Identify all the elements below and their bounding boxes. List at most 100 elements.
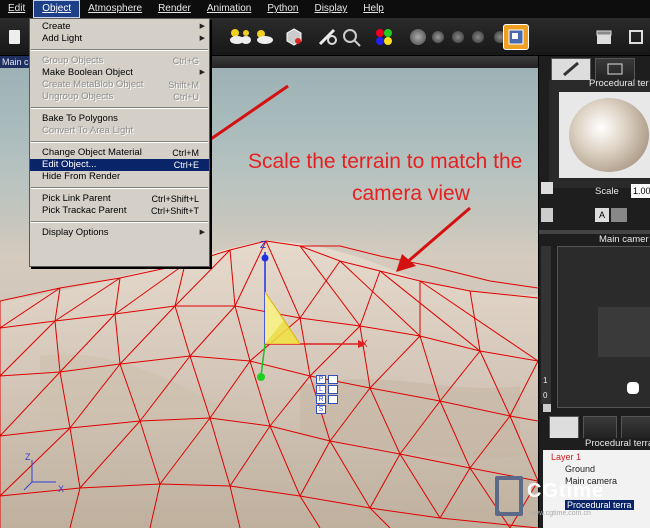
- menu-item-hide-from-render[interactable]: Hide From Render: [30, 171, 209, 183]
- menu-item-label: Edit Object...: [42, 159, 97, 170]
- zoom-out-icon[interactable]: [466, 25, 490, 49]
- render-options-icon[interactable]: [503, 24, 529, 50]
- menu-item-display-options[interactable]: Display Options ▶: [30, 227, 209, 239]
- transform-gizmo[interactable]: [240, 242, 380, 402]
- menu-item-shortcut: Ctrl+Shift+T: [150, 206, 199, 216]
- menu-item-create-metablob[interactable]: Create MetaBlob Object Shift+M: [30, 79, 209, 91]
- scale-input[interactable]: 1.00: [631, 184, 650, 198]
- lock-icon[interactable]: [541, 208, 553, 222]
- menu-item-label: Pick Link Parent: [42, 193, 111, 204]
- corner-axis-x: X: [58, 484, 65, 494]
- menu-item-shortcut: Ctrl+E: [173, 160, 199, 170]
- material-swatch[interactable]: [559, 92, 650, 178]
- hand-icon[interactable]: [627, 382, 639, 394]
- watermark-url: www.cgtime.com.cn: [529, 510, 591, 517]
- menu-item-label: Group Objects: [42, 55, 104, 66]
- menu-item-label: Display Options: [42, 227, 109, 238]
- menu-separator: [31, 187, 208, 189]
- menu-item-label: Bake To Polygons: [42, 113, 118, 124]
- tree-title: Procedural terra: [585, 438, 650, 449]
- gizmo-z-label: Z: [260, 240, 267, 251]
- menu-item-make-boolean[interactable]: Make Boolean Object ▶: [30, 67, 209, 79]
- menu-item-label: Change Object Material: [42, 147, 142, 158]
- menu-item-shortcut: Shift+M: [168, 80, 199, 90]
- menu-item-edit-object[interactable]: Edit Object... Ctrl+E: [30, 159, 209, 171]
- menu-item-label: Create MetaBlob Object: [42, 79, 144, 90]
- menu-item-shortcut: Ctrl+Shift+L: [151, 194, 199, 204]
- camera-ruler: 1 0: [541, 246, 551, 404]
- right-panel: Procedural ter Scale 1.00 A Main camer 1…: [495, 56, 650, 528]
- menu-separator: [31, 141, 208, 143]
- tab-material[interactable]: [551, 58, 591, 80]
- rotate-icon[interactable]: [328, 385, 338, 394]
- ab-toggle[interactable]: A: [595, 208, 609, 222]
- cube-object-icon[interactable]: [282, 25, 306, 49]
- menu-separator: [31, 107, 208, 109]
- material-library-icon[interactable]: [611, 208, 627, 222]
- menu-item-add-light[interactable]: Add Light ▶: [30, 33, 209, 45]
- menu-item-pick-tracking-parent[interactable]: Pick Trackac Parent Ctrl+Shift+T: [30, 205, 209, 217]
- menu-python[interactable]: Python: [259, 0, 306, 18]
- menu-display[interactable]: Display: [306, 0, 355, 18]
- corner-axis-z: Z: [25, 452, 31, 462]
- menu-help[interactable]: Help: [355, 0, 392, 18]
- menu-item-change-object-material[interactable]: Change Object Material Ctrl+M: [30, 147, 209, 159]
- add-sky-icon[interactable]: [252, 25, 276, 49]
- scale-icon[interactable]: [328, 395, 338, 404]
- tree-item-ground[interactable]: Ground: [565, 464, 595, 474]
- gizmo-mode-icons: [328, 375, 339, 404]
- tab-extra[interactable]: [621, 416, 650, 438]
- preview-options-icon[interactable]: [541, 182, 553, 194]
- submenu-arrow-icon: ▶: [199, 69, 205, 76]
- submenu-arrow-icon: ▶: [199, 23, 205, 30]
- menu-render[interactable]: Render: [150, 0, 199, 18]
- menu-item-ungroup-objects[interactable]: Ungroup Objects Ctrl+U: [30, 91, 209, 103]
- tab-objects[interactable]: [549, 416, 579, 438]
- menu-item-label: Create: [42, 21, 71, 32]
- menu-animation[interactable]: Animation: [199, 0, 259, 18]
- menu-atmosphere[interactable]: Atmosphere: [80, 0, 150, 18]
- material-title: Procedural ter: [589, 78, 649, 89]
- menu-item-group-objects[interactable]: Group Objects Ctrl+G: [30, 55, 209, 67]
- menu-edit[interactable]: Edit: [0, 0, 33, 18]
- menu-object[interactable]: Object: [33, 0, 81, 18]
- menu-item-pick-link-parent[interactable]: Pick Link Parent Ctrl+Shift+L: [30, 193, 209, 205]
- search-render-icon[interactable]: [340, 25, 364, 49]
- menu-item-bake-to-polygons[interactable]: Bake To Polygons: [30, 113, 209, 125]
- gizmo-rotate-button[interactable]: R: [316, 395, 326, 404]
- ruler-value: 1: [543, 376, 548, 385]
- gizmo-link-button[interactable]: L: [316, 385, 326, 394]
- menu-bar: Edit Object Atmosphere Render Animation …: [0, 0, 650, 18]
- tab-terrain[interactable]: [583, 416, 617, 438]
- annotation-line-1: Scale the terrain to match the: [248, 150, 523, 173]
- color-palette-icon[interactable]: [372, 25, 396, 49]
- gizmo-scale-button[interactable]: S: [316, 405, 326, 414]
- annotation-line-2: camera view: [352, 182, 470, 205]
- menu-separator: [31, 221, 208, 223]
- menu-item-label: Pick Trackac Parent: [42, 205, 127, 216]
- menu-item-label: Ungroup Objects: [42, 91, 114, 102]
- menu-item-shortcut: Ctrl+U: [173, 92, 199, 102]
- arrow-down-icon[interactable]: [543, 404, 551, 412]
- watermark-logo: CGtime www.cgtime.com.cn: [495, 476, 603, 524]
- menu-item-shortcut: Ctrl+M: [172, 148, 199, 158]
- gizmo-position-button[interactable]: P: [316, 375, 326, 384]
- clapper-icon[interactable]: [592, 25, 616, 49]
- add-clouds-icon[interactable]: [228, 25, 252, 49]
- material-brush-icon[interactable]: [316, 25, 340, 49]
- gizmo-x-label: X: [361, 339, 368, 350]
- menu-separator: [31, 49, 208, 51]
- tree-item-layer[interactable]: Layer 1: [551, 452, 581, 462]
- move-icon[interactable]: [328, 375, 338, 384]
- menu-item-label: Make Boolean Object: [42, 67, 133, 78]
- menu-item-convert-to-area-light[interactable]: Convert To Area Light: [30, 125, 209, 137]
- camera-title: Main camer: [599, 234, 649, 245]
- tab-layers[interactable]: [595, 58, 635, 80]
- object-menu-dropdown: Create ▶ Add Light ▶ Group Objects Ctrl+G M…: [29, 18, 210, 267]
- frame-icon[interactable]: [624, 25, 648, 49]
- menu-item-create[interactable]: Create ▶: [30, 21, 209, 33]
- menu-item-shortcut: Ctrl+G: [172, 56, 199, 66]
- new-file-icon[interactable]: [2, 25, 26, 49]
- watermark-text: CGtime: [527, 480, 605, 502]
- scale-label: Scale: [595, 186, 619, 197]
